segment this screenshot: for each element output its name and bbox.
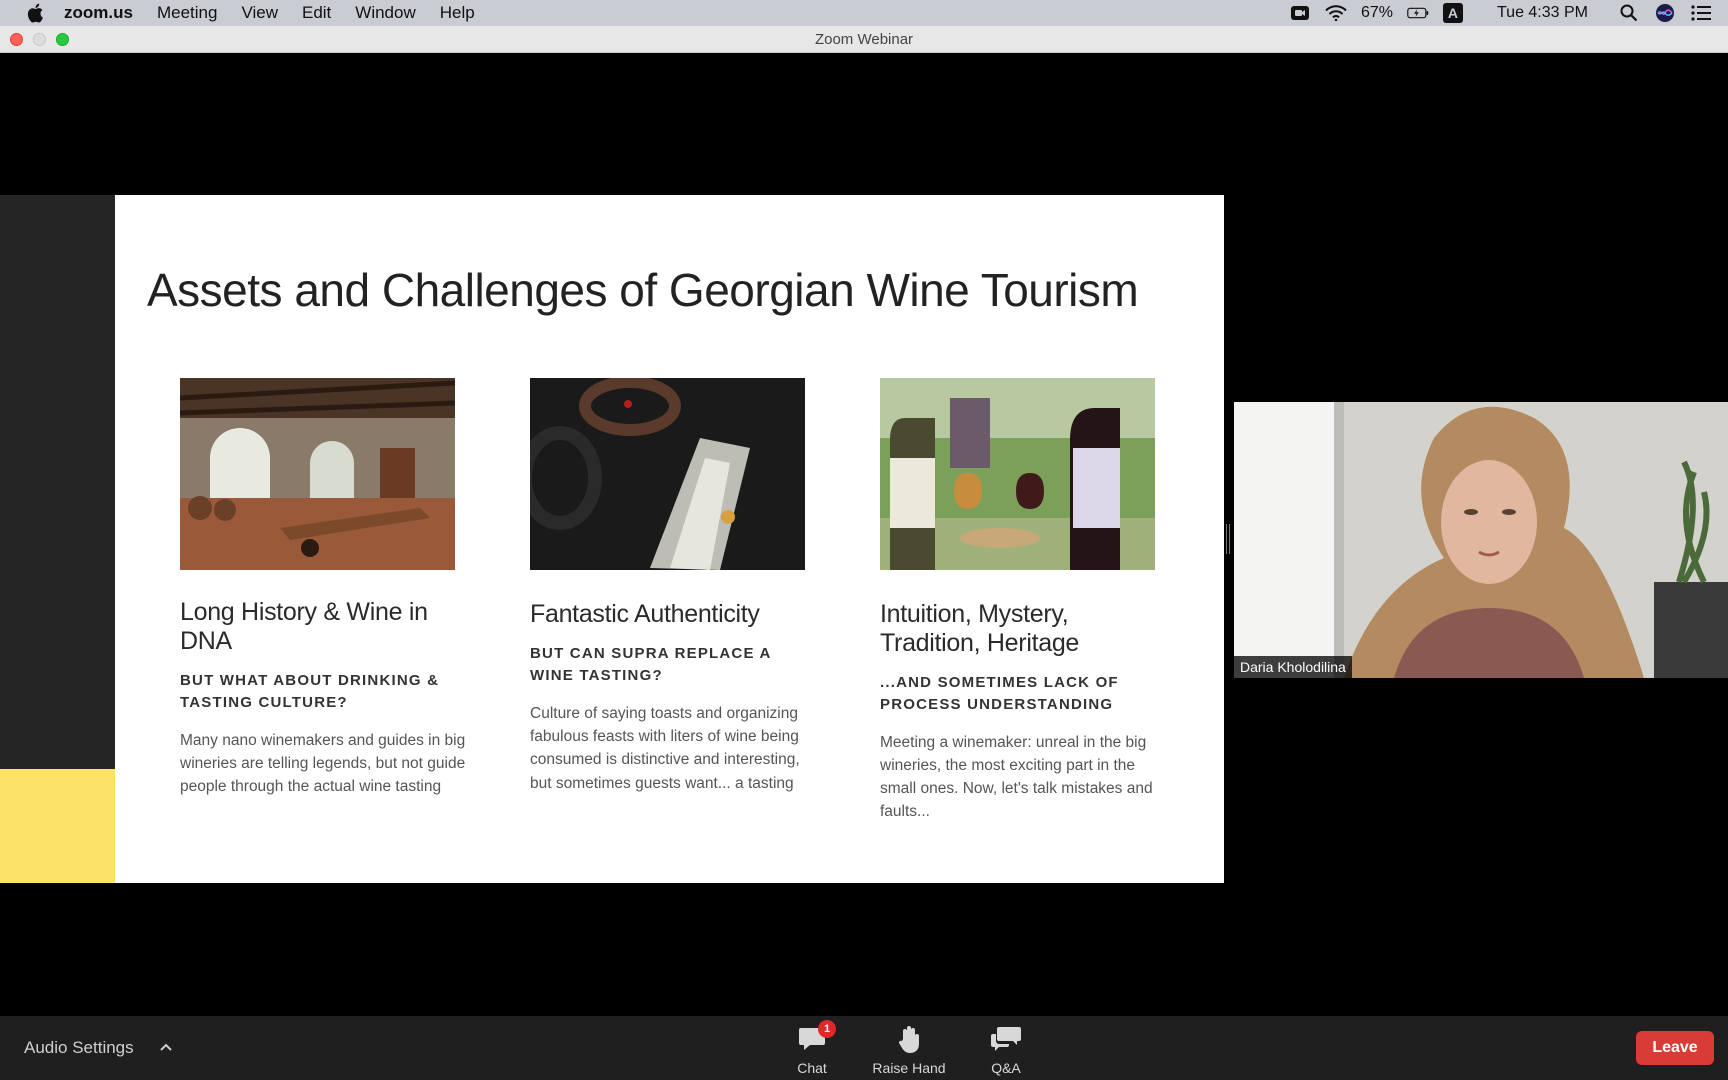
raise-hand-label: Raise Hand: [872, 1060, 946, 1076]
slide-column-authenticity: Fantastic Authenticity BUT CAN SUPRA REP…: [530, 378, 820, 795]
qa-label: Q&A: [991, 1060, 1021, 1076]
siri-icon[interactable]: [1654, 2, 1676, 24]
chat-label: Chat: [797, 1060, 827, 1076]
chat-unread-badge: 1: [818, 1020, 836, 1038]
wifi-icon[interactable]: [1325, 2, 1347, 24]
wine-bottles-photo: [880, 378, 1155, 570]
column-subheading: BUT CAN SUPRA REPLACE A WINE TASTING?: [530, 644, 771, 685]
leave-button[interactable]: Leave: [1636, 1031, 1714, 1065]
notification-center-icon[interactable]: [1690, 2, 1712, 24]
column-heading: Intuition, Mystery, Tradition, Heritage: [880, 600, 1080, 657]
slide-side-strip: [0, 195, 115, 769]
menubar-clock[interactable]: Tue 4:33 PM: [1497, 4, 1588, 22]
audio-options-chevron-icon[interactable]: [160, 1038, 172, 1054]
apple-icon[interactable]: [24, 2, 46, 24]
qa-button[interactable]: Q&A: [988, 1024, 1024, 1076]
menu-edit[interactable]: Edit: [302, 3, 331, 23]
participant-video[interactable]: [1234, 402, 1728, 678]
hand-icon: [868, 1024, 950, 1054]
raise-hand-button[interactable]: Raise Hand: [868, 1024, 950, 1076]
spotlight-search-icon[interactable]: [1618, 2, 1640, 24]
qa-bubbles-icon: [988, 1024, 1024, 1054]
window-title: Zoom Webinar: [814, 31, 914, 48]
menu-view[interactable]: View: [241, 3, 278, 23]
slide-title: Assets and Challenges of Georgian Wine T…: [147, 264, 1139, 316]
resize-handle[interactable]: [1226, 524, 1230, 554]
winery-cellar-photo: [180, 378, 455, 570]
window-titlebar: Zoom Webinar: [0, 26, 1728, 53]
column-body: Meeting a winemaker: unreal in the big w…: [880, 733, 1153, 821]
slide-column-history: Long History & Wine in DNA BUT WHAT ABOU…: [180, 378, 470, 798]
zoom-camera-icon[interactable]: [1289, 2, 1311, 24]
column-heading: Long History & Wine in DNA: [180, 598, 428, 655]
slide-accent-block: [0, 769, 115, 883]
column-body: Many nano winemakers and guides in big w…: [180, 731, 466, 796]
menu-app-name[interactable]: zoom.us: [64, 3, 133, 23]
column-body: Culture of saying toasts and organizing …: [530, 704, 800, 792]
battery-percent: 67%: [1360, 4, 1393, 21]
menu-help[interactable]: Help: [440, 3, 475, 23]
column-subheading: BUT WHAT ABOUT DRINKING & TASTING CULTUR…: [180, 671, 440, 712]
input-source-icon[interactable]: A: [1442, 3, 1463, 23]
column-subheading: ...AND SOMETIMES LACK OF PROCESS UNDERST…: [880, 673, 1119, 714]
audio-settings-button[interactable]: Audio Settings: [24, 1038, 134, 1058]
menu-meeting[interactable]: Meeting: [157, 3, 217, 23]
slide-column-tradition: Intuition, Mystery, Tradition, Heritage …: [880, 378, 1170, 824]
participant-name-label: Daria Kholodilina: [1234, 656, 1352, 678]
menu-window[interactable]: Window: [355, 3, 415, 23]
menu-bar: zoom.us Meeting View Edit Window Help 67…: [0, 0, 1728, 26]
column-heading: Fantastic Authenticity: [530, 600, 760, 628]
meeting-toolbar: Audio Settings Chat Raise Hand Q&A: [0, 1016, 1728, 1080]
shared-screen-slide: Assets and Challenges of Georgian Wine T…: [115, 195, 1224, 883]
qvevri-pebbles-photo: [530, 378, 805, 570]
battery-charging-icon[interactable]: [1407, 2, 1429, 24]
